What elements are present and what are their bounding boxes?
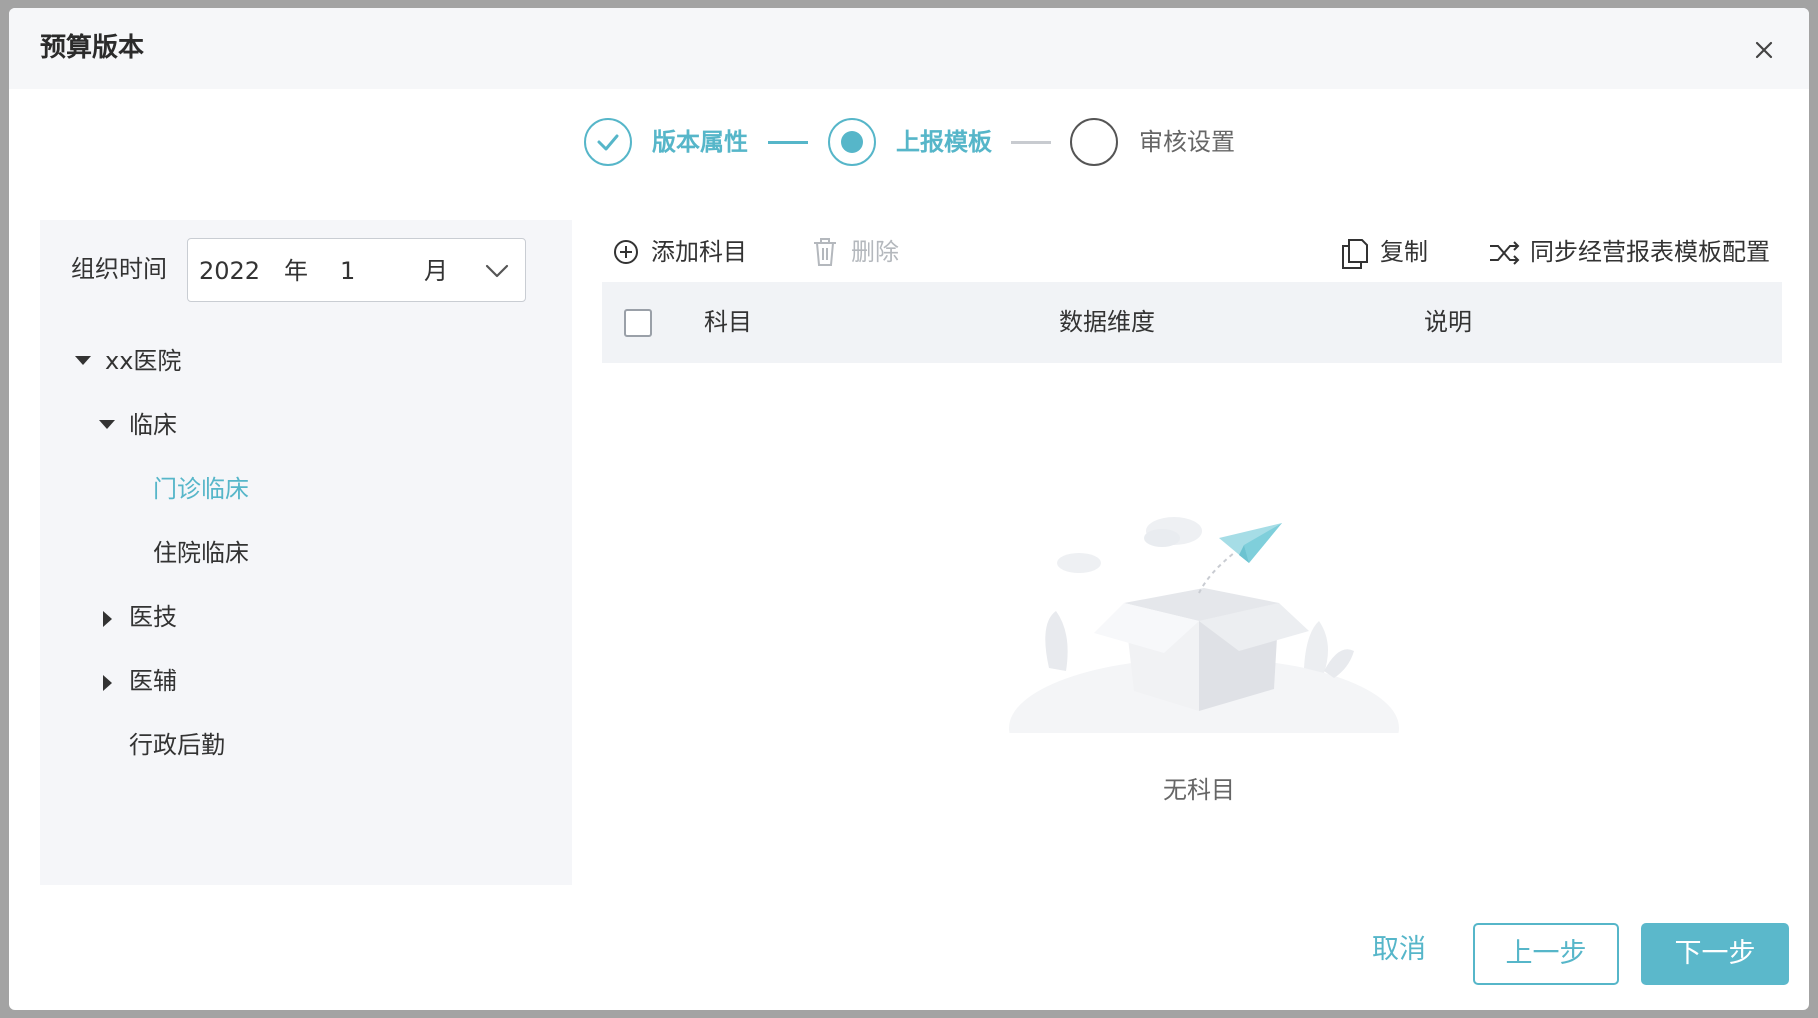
empty-state-text: 无科目	[1163, 776, 1235, 804]
step-2-label: 上报模板	[896, 128, 992, 156]
caret-right-icon[interactable]	[103, 611, 112, 627]
delete-button[interactable]: 删除	[811, 235, 911, 271]
tree-node-outpatient-clinical[interactable]: 门诊临床	[153, 474, 249, 504]
trash-icon	[814, 238, 836, 266]
shuffle-icon	[1490, 241, 1520, 265]
column-header-subject: 科目	[704, 308, 752, 336]
close-icon[interactable]	[1749, 35, 1779, 65]
step-2-current-icon	[828, 118, 876, 166]
step-3-label: 审核设置	[1139, 128, 1235, 156]
delete-label: 删除	[851, 238, 899, 266]
tree-node-hospital[interactable]: xx医院	[105, 346, 181, 376]
next-step-button[interactable]: 下一步	[1641, 923, 1789, 985]
tree-node-medtech[interactable]: 医技	[129, 602, 177, 632]
sync-template-label: 同步经营报表模板配置	[1530, 238, 1770, 266]
month-unit: 月	[424, 257, 448, 285]
column-header-dimension: 数据维度	[1059, 308, 1155, 336]
cancel-button[interactable]: 取消	[1359, 930, 1439, 970]
copy-icon	[1342, 239, 1368, 269]
select-all-checkbox[interactable]	[624, 309, 652, 337]
tree-node-auxiliary[interactable]: 医辅	[129, 666, 177, 696]
copy-button[interactable]: 复制	[1340, 235, 1440, 271]
step-connector-2	[1011, 141, 1051, 144]
step-connector-1	[768, 141, 808, 144]
org-tree-panel: 组织时间 2022 年 1 月 xx医院 临床 门诊临床 住院临床 医技 医辅 …	[40, 220, 572, 885]
step-indicator: 版本属性 上报模板 审核设置	[9, 118, 1809, 178]
dialog-header: 预算版本	[9, 8, 1809, 89]
org-time-select[interactable]: 2022 年 1 月	[187, 238, 526, 302]
caret-right-icon[interactable]	[103, 675, 112, 691]
tree-node-clinical[interactable]: 临床	[129, 410, 177, 440]
dialog-title: 预算版本	[40, 33, 145, 63]
year-value: 2022	[199, 257, 261, 285]
year-unit: 年	[284, 257, 308, 285]
caret-down-icon[interactable]	[75, 356, 91, 365]
sync-template-button[interactable]: 同步经营报表模板配置	[1488, 235, 1783, 271]
empty-box-illustration	[1009, 517, 1399, 733]
month-value: 1	[340, 257, 356, 285]
caret-down-icon[interactable]	[99, 420, 115, 429]
add-subject-label: 添加科目	[651, 238, 747, 266]
org-time-label: 组织时间	[71, 255, 167, 283]
subject-table-header: 科目 数据维度 说明	[602, 282, 1782, 363]
step-1-label: 版本属性	[652, 128, 748, 156]
plus-circle-icon	[614, 240, 638, 264]
column-header-description: 说明	[1424, 308, 1472, 336]
chevron-down-icon	[485, 264, 509, 278]
budget-version-dialog: 预算版本 版本属性 上报模板 审核设置 组织时间 2022 年 1 月 xx医院…	[9, 8, 1809, 1010]
copy-label: 复制	[1380, 238, 1428, 266]
tree-node-inpatient-clinical[interactable]: 住院临床	[153, 538, 249, 568]
step-1-check-icon	[584, 118, 632, 166]
previous-step-button[interactable]: 上一步	[1473, 923, 1619, 985]
tree-node-admin-logistics[interactable]: 行政后勤	[129, 730, 225, 760]
step-3-pending-icon	[1070, 118, 1118, 166]
add-subject-button[interactable]: 添加科目	[613, 235, 763, 271]
